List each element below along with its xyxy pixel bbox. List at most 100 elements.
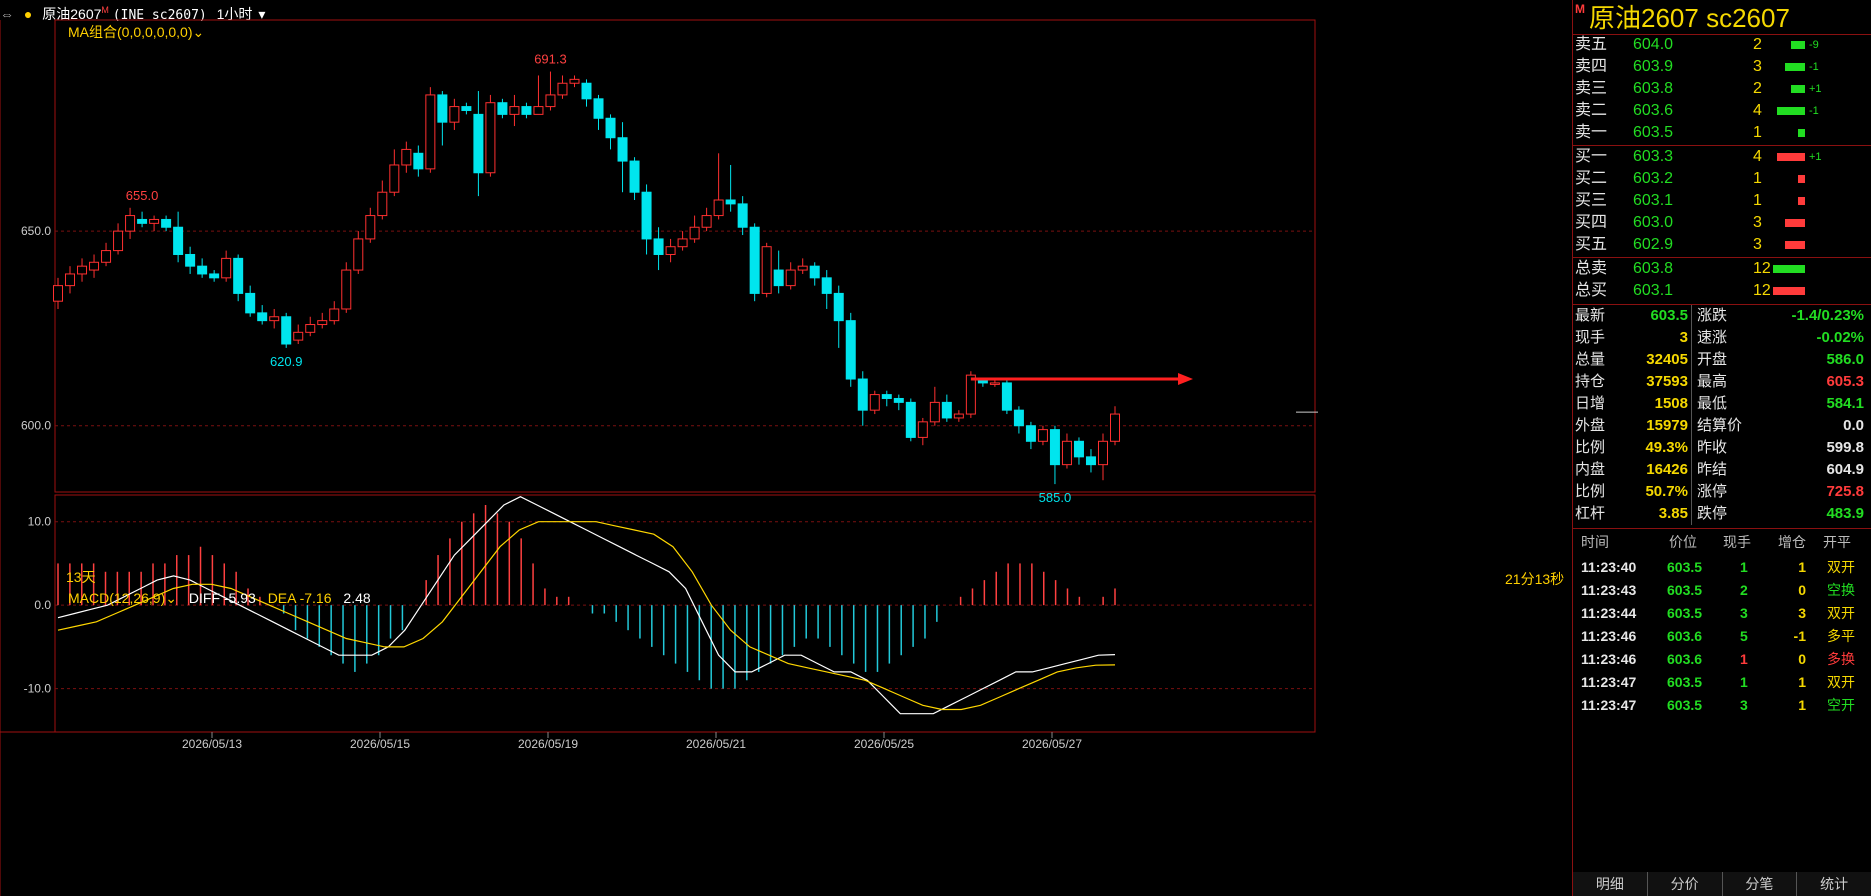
local-low-label: 620.9 [270, 354, 303, 369]
ma-indicator-label[interactable]: MA组合(0,0,0,0,0,0)⌄ [68, 22, 204, 42]
tick-time: 11:23:46 [1581, 628, 1637, 644]
tick-row[interactable]: 11:23:47 603.5 3 1 空开 [1573, 694, 1871, 716]
ask-level-row[interactable]: 卖五 604.0 2 -9 [1573, 34, 1871, 56]
stat-divider [1691, 459, 1692, 481]
stat-label: 昨结 [1697, 461, 1728, 478]
candle-body [437, 94, 448, 123]
candle-body [941, 401, 952, 419]
candle-body [821, 277, 832, 294]
level-label: 买二 [1575, 170, 1608, 187]
stat-divider [1691, 349, 1692, 371]
candle-body [653, 238, 664, 255]
ticks-header: 时间 价位 现手 增仓 开平 [1573, 530, 1871, 554]
level-volume: 1 [1753, 192, 1762, 209]
candle-body [1061, 440, 1072, 466]
panel-tab[interactable]: 分笔 [1722, 872, 1798, 896]
candle-body [617, 137, 628, 162]
x-tick-label: 2026/05/27 [1022, 737, 1082, 751]
tick-type: 双开 [1827, 559, 1855, 575]
stat-row: 内盘 16426 昨结 604.9 [1573, 459, 1871, 481]
candle-body [1001, 382, 1012, 411]
total-row: 总买 603.1 12 [1573, 280, 1871, 302]
level-label: 卖四 [1575, 58, 1608, 75]
stat-label: 日增 [1575, 395, 1606, 412]
candle-body [161, 218, 172, 228]
candle-body [185, 253, 196, 267]
total-label: 总买 [1575, 282, 1608, 299]
tick-row[interactable]: 11:23:46 603.6 1 0 多换 [1573, 648, 1871, 670]
candle-body [749, 226, 760, 294]
level-volume: 4 [1753, 102, 1762, 119]
tick-row[interactable]: 11:23:46 603.6 5 -1 多平 [1573, 625, 1871, 647]
stat-label: 杠杆 [1575, 505, 1606, 522]
candle-body [989, 382, 1000, 385]
total-label: 总卖 [1575, 260, 1608, 277]
level-depth-bar [1791, 85, 1805, 93]
level-price: 603.3 [1633, 148, 1674, 165]
ask-level-row[interactable]: 卖二 603.6 4 -1 [1573, 100, 1871, 122]
bid-level-row[interactable]: 买三 603.1 1 [1573, 190, 1871, 212]
candle-body [113, 230, 124, 252]
tick-row[interactable]: 11:23:43 603.5 2 0 空换 [1573, 579, 1871, 601]
separator [1573, 528, 1871, 529]
tick-oi-change: 1 [1798, 697, 1806, 713]
tick-row[interactable]: 11:23:47 603.5 1 1 双开 [1573, 671, 1871, 693]
tick-oi-change: 1 [1798, 559, 1806, 575]
bid-level-row[interactable]: 买一 603.3 4 +1 [1573, 146, 1871, 168]
candle-body [1110, 413, 1120, 442]
tick-price: 603.5 [1667, 697, 1703, 713]
candle-body [533, 106, 544, 115]
candle-body [53, 285, 63, 302]
tick-time: 11:23:46 [1581, 651, 1637, 667]
stat-label: 最新 [1575, 307, 1606, 324]
stat-label: 跌停 [1697, 505, 1728, 522]
total-price: 603.8 [1633, 260, 1674, 277]
chevron-down-icon[interactable]: ⌄ [193, 24, 205, 40]
ask-level-row[interactable]: 卖一 603.5 1 [1573, 122, 1871, 144]
y-tick-label: 650.0 [21, 224, 51, 238]
level-price: 604.0 [1633, 36, 1674, 53]
tick-oi-change: -1 [1793, 628, 1806, 644]
stat-label: 最高 [1697, 373, 1728, 390]
panel-tab[interactable]: 分价 [1647, 872, 1723, 896]
tick-row[interactable]: 11:23:40 603.5 1 1 双开 [1573, 556, 1871, 578]
ask-level-row[interactable]: 卖三 603.8 2 +1 [1573, 78, 1871, 100]
bid-level-row[interactable]: 买四 603.0 3 [1573, 212, 1871, 234]
ask-level-row[interactable]: 卖四 603.9 3 -1 [1573, 56, 1871, 78]
candle-body [965, 374, 976, 415]
tick-price: 603.5 [1667, 582, 1703, 598]
total-volume: 12 [1753, 260, 1771, 277]
candle-body [389, 164, 400, 193]
bid-level-row[interactable]: 买二 603.2 1 [1573, 168, 1871, 190]
tick-row[interactable]: 11:23:44 603.5 3 3 双开 [1573, 602, 1871, 624]
tick-type: 双开 [1827, 674, 1855, 690]
macd-indicator-label[interactable]: MACD(12,26,9) [68, 590, 165, 606]
main-contract-badge: M [1575, 2, 1585, 16]
stat-label: 比例 [1575, 439, 1606, 456]
stat-row: 外盘 15979 结算价 0.0 [1573, 415, 1871, 437]
stat-label: 昨收 [1697, 439, 1728, 456]
level-volume: 3 [1753, 214, 1762, 231]
stat-row: 比例 49.3% 昨收 599.8 [1573, 437, 1871, 459]
stat-label: 现手 [1575, 329, 1606, 346]
y-tick-label: 600.0 [21, 419, 51, 433]
x-tick-label: 2026/05/13 [182, 737, 242, 751]
tick-volume: 1 [1740, 674, 1748, 690]
kline-chart[interactable]: 650.0 600.0 691.3 655.0 620.9 585.0 10.0 0.0 -10… [0, 0, 1568, 896]
x-tick-label: 2026/05/15 [350, 737, 410, 751]
candle-body [473, 113, 484, 174]
panel-tab[interactable]: 统计 [1797, 872, 1871, 896]
candle-body [521, 106, 532, 115]
chevron-down-icon[interactable]: ⌄ [165, 590, 177, 606]
level-price: 603.2 [1633, 170, 1674, 187]
level-price: 603.9 [1633, 58, 1674, 75]
panel-tab[interactable]: 明细 [1573, 872, 1648, 896]
candle-body [221, 257, 232, 279]
candle-body [77, 265, 88, 275]
bid-level-row[interactable]: 买五 602.9 3 [1573, 234, 1871, 256]
macd-value: 2.48 [343, 590, 371, 606]
level-depth-bar [1777, 153, 1805, 161]
candle-body [305, 324, 316, 333]
level-label: 卖五 [1575, 36, 1608, 53]
total-depth-bar [1773, 287, 1805, 295]
